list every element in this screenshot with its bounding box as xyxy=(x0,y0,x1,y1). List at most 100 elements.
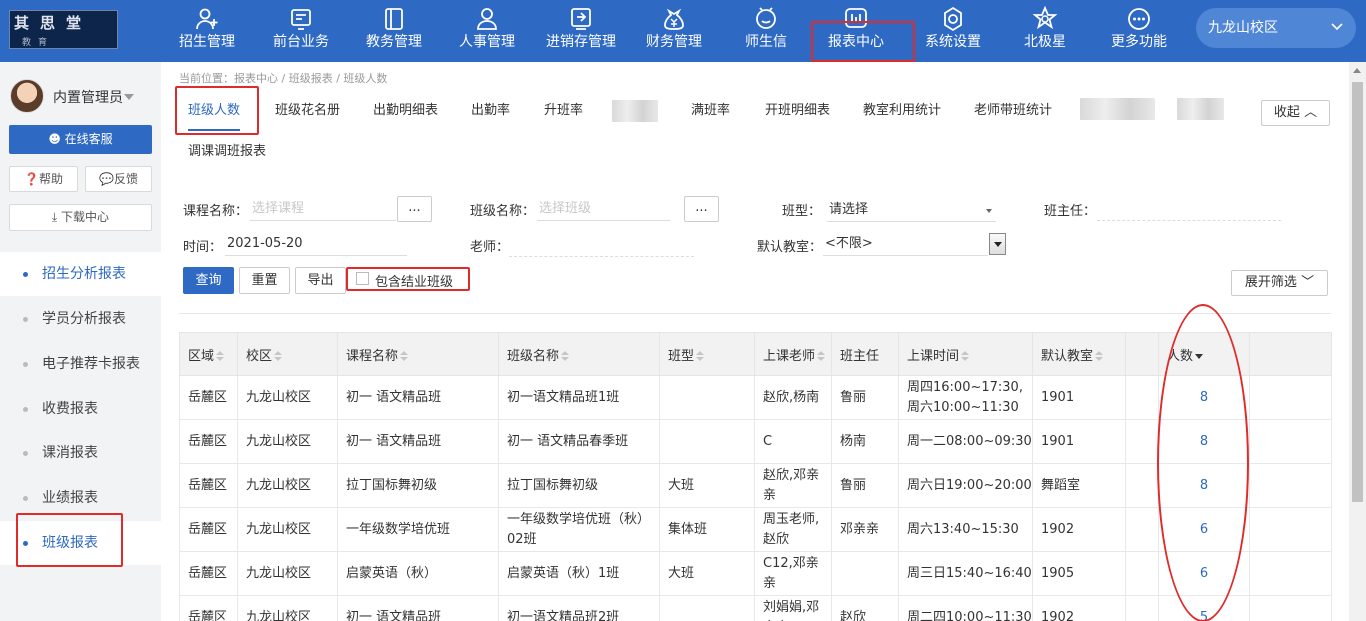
sort-icon[interactable] xyxy=(216,351,225,361)
query-button[interactable]: 查询 xyxy=(183,267,234,294)
sidebar-item-4[interactable]: 课消报表 xyxy=(0,431,161,475)
column-header-2[interactable]: 课程名称 xyxy=(337,332,499,376)
feedback-button[interactable]: 💬反馈 xyxy=(85,166,152,192)
table-cell xyxy=(1125,551,1159,596)
nav-item-3[interactable]: 人事管理 xyxy=(442,0,532,62)
sort-icon[interactable] xyxy=(561,351,570,361)
class-name-input[interactable]: 选择班级 xyxy=(537,197,670,221)
tab-9[interactable]: 调课调班报表 xyxy=(188,134,266,170)
table-cell: 周六13:40~15:30 xyxy=(898,507,1033,552)
nav-item-10[interactable]: 更多功能 xyxy=(1094,0,1184,62)
breadcrumb: 当前位置：报表中心 / 班级报表 / 班级人数 xyxy=(179,72,388,85)
tab-6[interactable]: 开班明细表 xyxy=(765,91,830,131)
user-plus-icon xyxy=(194,6,220,32)
sort-icon[interactable] xyxy=(696,351,705,361)
bullet-dot-icon xyxy=(23,272,28,277)
table-cell: 赵欣,杨南 xyxy=(754,375,832,420)
table-cell: 九龙山校区 xyxy=(237,595,338,621)
nav-item-8[interactable]: 系统设置 xyxy=(908,0,998,62)
default-room-dropdown-button[interactable] xyxy=(989,233,1006,255)
time-label: 时间： xyxy=(183,240,223,255)
tab-1[interactable]: 班级花名册 xyxy=(275,91,340,131)
desk-screen-icon xyxy=(288,6,314,32)
help-button[interactable]: ❓帮助 xyxy=(9,166,78,192)
table-row: 岳麓区九龙山校区初一 语文精品班初一语文精品班2班 刘娟娟,邓亲亲赵欣周二四10:… xyxy=(179,595,1332,621)
column-header-5[interactable]: 上课老师 xyxy=(754,332,832,376)
collapse-label: 收起 xyxy=(1273,105,1300,120)
user-name: 内置管理员 xyxy=(53,90,123,106)
date-input[interactable]: 2021-05-20 xyxy=(225,232,407,256)
nav-item-label: 人事管理 xyxy=(459,34,515,50)
choose-course-button[interactable]: ... xyxy=(397,196,432,222)
nav-item-6[interactable]: 师生信 xyxy=(721,0,811,62)
teacher-input[interactable] xyxy=(509,233,694,257)
sort-icon[interactable] xyxy=(817,351,826,361)
table-row: 岳麓区 九龙山校区 启蒙英语（秋） 启蒙英语（秋）1班 大班 C12,邓亲亲 周三日15:4… xyxy=(179,551,1332,596)
choose-class-button[interactable]: ... xyxy=(684,196,719,222)
column-header-1[interactable]: 校区 xyxy=(237,332,338,376)
online-service-button[interactable]: ☻ 在线客服 xyxy=(9,125,152,154)
course-name-input[interactable]: 选择课程 xyxy=(250,197,396,221)
column-header-8[interactable]: 默认教室 xyxy=(1032,332,1126,376)
column-header-label: 校区 xyxy=(246,348,273,364)
nav-item-5[interactable]: 财务管理 xyxy=(629,0,719,62)
highlight-ellipse-count-column xyxy=(1157,304,1249,621)
vertical-scrollbar[interactable] xyxy=(1349,62,1366,621)
sort-icon[interactable] xyxy=(1095,351,1104,361)
tab-3[interactable]: 出勤率 xyxy=(471,91,510,131)
chevron-down-icon xyxy=(1331,23,1343,31)
table-cell: 初一语文精品班2班 xyxy=(498,595,660,621)
column-header-3[interactable]: 班级名称 xyxy=(498,332,660,376)
column-header-6[interactable]: 班主任 xyxy=(831,332,899,376)
sidebar-item-3[interactable]: 收费报表 xyxy=(0,387,161,431)
nav-item-4[interactable]: 进销存管理 xyxy=(536,0,626,62)
nav-item-2[interactable]: 教务管理 xyxy=(349,0,439,62)
table-cell: 岳麓区 xyxy=(179,375,238,420)
help-icon: ❓ xyxy=(24,172,39,186)
divider xyxy=(179,313,1331,314)
sort-icon[interactable] xyxy=(961,351,970,361)
head-teacher-input[interactable] xyxy=(1097,197,1281,221)
more-icon xyxy=(1126,6,1152,32)
tab-5[interactable]: 满班率 xyxy=(691,91,730,131)
table-cell: 拉丁国标舞初级 xyxy=(498,463,660,508)
sidebar-item-0[interactable]: 招生分析报表 xyxy=(0,252,161,296)
nav-item-label: 前台业务 xyxy=(273,34,329,50)
blurred-tab xyxy=(1080,98,1155,120)
bullet-dot-icon xyxy=(23,451,28,456)
sort-icon[interactable] xyxy=(400,351,409,361)
person-icon xyxy=(474,6,500,32)
nav-item-9[interactable]: 北极星 xyxy=(1000,0,1090,62)
default-room-select[interactable]: <不限> xyxy=(823,232,988,256)
scrollbar-thumb[interactable] xyxy=(1352,82,1363,502)
tab-2[interactable]: 出勤明细表 xyxy=(373,91,438,131)
table-cell xyxy=(1125,419,1159,464)
tab-4[interactable]: 升班率 xyxy=(544,91,583,131)
sidebar-item-2[interactable]: 电子推荐卡报表 xyxy=(0,342,161,386)
collapse-button[interactable]: 收起 ︿ xyxy=(1261,100,1330,126)
table-cell: 九龙山校区 xyxy=(237,463,338,508)
tab-7[interactable]: 教室利用统计 xyxy=(863,91,941,131)
bullet-dot-icon xyxy=(23,317,28,322)
column-header-7[interactable]: 上课时间 xyxy=(898,332,1033,376)
teacher-label: 老师： xyxy=(470,240,510,255)
scroll-up-arrow-icon[interactable] xyxy=(1353,68,1361,73)
feedback-label: 反馈 xyxy=(113,172,138,186)
sidebar-item-1[interactable]: 学员分析报表 xyxy=(0,297,161,341)
tab-8[interactable]: 老师带班统计 xyxy=(974,91,1052,131)
column-header-4[interactable]: 班型 xyxy=(659,332,755,376)
table-cell: 周六日19:00~20:00 xyxy=(898,463,1033,508)
class-type-select[interactable]: 请选择 xyxy=(827,198,996,222)
export-button[interactable]: 导出 xyxy=(295,267,346,294)
sort-icon[interactable] xyxy=(274,351,283,361)
nav-item-1[interactable]: 前台业务 xyxy=(256,0,346,62)
table-cell xyxy=(1249,419,1332,464)
reset-button[interactable]: 重置 xyxy=(239,267,290,294)
campus-selector[interactable]: 九龙山校区 xyxy=(1196,8,1356,48)
download-center-button[interactable]: ⤓ 下载中心 xyxy=(9,204,152,231)
expand-filter-button[interactable]: 展开筛选 ﹀ xyxy=(1231,270,1328,296)
nav-item-0[interactable]: 招生管理 xyxy=(162,0,252,62)
table-cell xyxy=(1125,595,1159,621)
user-menu[interactable]: 内置管理员 xyxy=(10,79,160,117)
column-header-0[interactable]: 区域 xyxy=(179,332,238,376)
